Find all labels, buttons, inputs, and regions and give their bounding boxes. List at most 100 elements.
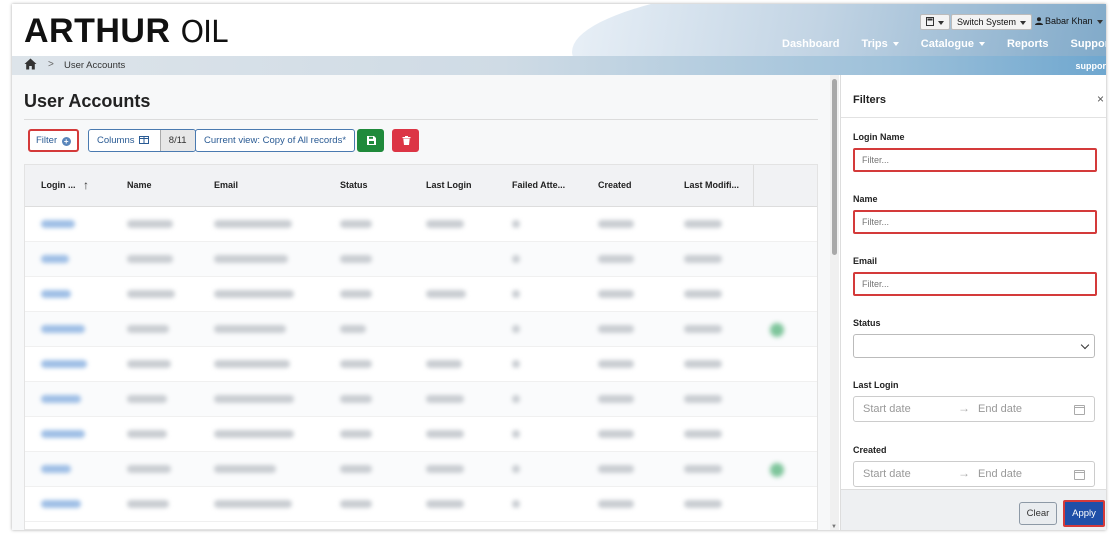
nav-catalogue-label: Catalogue [920, 38, 974, 50]
created-end-date[interactable]: End date [978, 468, 1022, 480]
delete-view-button[interactable] [392, 129, 419, 152]
nav-reports[interactable]: Reports [1007, 38, 1049, 50]
close-icon[interactable]: × [1097, 92, 1104, 106]
main-content: User Accounts Filter + Columns 8/11 Curr… [12, 75, 830, 530]
table-row[interactable] [25, 417, 817, 452]
calculator-dropdown[interactable] [920, 14, 950, 30]
chevron-down-icon [1096, 19, 1103, 24]
table-row[interactable] [25, 242, 817, 277]
support-link[interactable]: suppor [1076, 61, 1107, 71]
filters-footer: Clear Apply [841, 489, 1106, 530]
sort-ascending-icon[interactable]: ↑ [83, 178, 89, 192]
columns-button[interactable]: Columns 8/11 [88, 129, 196, 152]
last-login-date-range[interactable]: Start date → End date [853, 396, 1095, 422]
scroll-down-arrow-icon[interactable]: ▼ [831, 524, 837, 530]
column-header-email[interactable]: Email [214, 180, 238, 190]
table-row[interactable] [25, 277, 817, 312]
user-icon [1035, 17, 1043, 25]
table-row[interactable] [25, 452, 817, 487]
table-body [25, 207, 817, 529]
chevron-down-icon [892, 42, 899, 47]
email-label: Email [853, 256, 878, 266]
user-name: Babar Khan [1045, 16, 1093, 26]
last-login-end-date[interactable]: End date [978, 403, 1022, 415]
chevron-down-icon [1080, 340, 1090, 350]
last-login-start-date[interactable]: Start date [863, 403, 911, 415]
user-menu[interactable]: Babar Khan [1035, 16, 1103, 26]
nav-reports-label: Reports [1006, 38, 1049, 50]
scrollbar-thumb[interactable] [832, 79, 837, 255]
calendar-icon[interactable] [1074, 470, 1085, 480]
nav-support-label: Support [1070, 38, 1106, 50]
save-view-button[interactable] [357, 129, 384, 152]
clear-button[interactable]: Clear [1019, 502, 1057, 525]
table-row[interactable] [25, 487, 817, 522]
name-filter-input[interactable] [853, 210, 1097, 234]
arrow-right-icon: → [958, 401, 970, 415]
columns-count: 8/11 [159, 130, 195, 151]
switch-system-label: Switch System [957, 17, 1017, 27]
breadcrumb: > User Accounts suppor [12, 56, 1106, 75]
divider [24, 119, 818, 120]
save-icon [367, 136, 376, 145]
logo-light-text: OIL [180, 15, 228, 50]
nav-trips-label: Trips [861, 38, 888, 50]
email-filter-input[interactable] [853, 272, 1097, 296]
column-header-last-login[interactable]: Last Login [426, 180, 472, 190]
column-divider [753, 165, 754, 207]
last-login-label: Last Login [853, 380, 899, 390]
chevron-down-icon [978, 42, 985, 47]
columns-button-label: Columns [97, 135, 135, 146]
column-header-failed-attempts[interactable]: Failed Atte... [512, 180, 565, 190]
status-select[interactable] [853, 334, 1095, 358]
login-name-filter-input[interactable] [853, 148, 1097, 172]
filter-button-label: Filter [36, 135, 58, 146]
user-accounts-table: Login ... ↑ Name Email Status Last Login… [24, 164, 818, 530]
nav-dashboard[interactable]: Dashboard [782, 38, 839, 50]
divider [841, 117, 1106, 118]
apply-button[interactable]: Apply [1063, 500, 1105, 527]
logo-bold-text: ARTHUR [24, 12, 171, 50]
created-start-date[interactable]: Start date [863, 468, 911, 480]
arthur-oil-logo[interactable]: ARTHUR OIL [24, 12, 228, 51]
created-label: Created [853, 445, 887, 455]
name-label: Name [853, 194, 878, 204]
trash-icon [402, 136, 411, 145]
app-window: ARTHUR OIL Switch System Babar Khan Dash… [12, 4, 1106, 530]
column-header-last-modified[interactable]: Last Modifi... [684, 180, 739, 190]
status-badge [770, 463, 784, 477]
chevron-down-icon [1020, 20, 1027, 25]
table-row[interactable] [25, 312, 817, 347]
nav-support[interactable]: Support [1071, 38, 1106, 50]
filter-button[interactable]: Filter + [28, 129, 79, 152]
breadcrumb-current: User Accounts [64, 60, 126, 71]
current-view-button[interactable]: Current view: Copy of All records* [195, 129, 356, 152]
nav-catalogue[interactable]: Catalogue [921, 38, 985, 50]
column-header-login[interactable]: Login ... [41, 180, 76, 190]
current-view-label: Current view: Copy of All records* [204, 135, 347, 146]
home-icon[interactable] [24, 58, 37, 70]
table-row[interactable] [25, 207, 817, 242]
breadcrumb-separator: > [48, 59, 54, 70]
status-badge [770, 323, 784, 337]
status-label: Status [853, 318, 881, 328]
column-header-name[interactable]: Name [127, 180, 152, 190]
filters-panel: Filters × Login Name Name Email Status L… [840, 75, 1106, 530]
table-row[interactable] [25, 382, 817, 417]
main-nav: Dashboard Trips Catalogue Reports Suppor… [782, 38, 1106, 50]
arrow-right-icon: → [958, 466, 970, 480]
content-scrollbar[interactable]: ▼ [830, 75, 839, 530]
switch-system-dropdown[interactable]: Switch System [951, 14, 1033, 30]
columns-icon [139, 136, 150, 144]
nav-dashboard-label: Dashboard [782, 38, 840, 50]
calculator-icon [926, 17, 934, 26]
app-header: ARTHUR OIL Switch System Babar Khan Dash… [12, 4, 1106, 56]
created-date-range[interactable]: Start date → End date [853, 461, 1095, 487]
nav-trips[interactable]: Trips [861, 38, 899, 50]
calendar-icon[interactable] [1074, 405, 1085, 415]
page-title: User Accounts [24, 91, 151, 111]
column-header-created[interactable]: Created [598, 180, 632, 190]
column-header-status[interactable]: Status [340, 180, 368, 190]
table-row[interactable] [25, 347, 817, 382]
filters-title: Filters [853, 94, 887, 106]
